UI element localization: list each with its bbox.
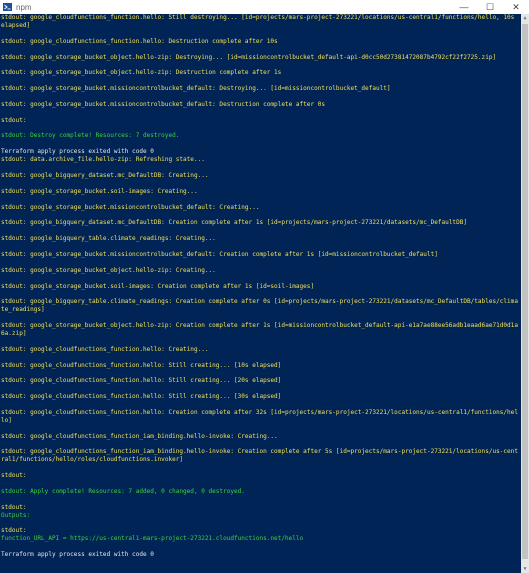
console-line: stdout: google_cloudfunctions_function.h… xyxy=(1,361,282,369)
console-line: stdout: google_storage_bucket_object.hel… xyxy=(1,53,497,61)
console-line: stdout: google_bigquery_table.climate_re… xyxy=(1,235,216,243)
terminal-window: npm — ☐ ✕ stdout: google_cloudfunctions_… xyxy=(0,0,529,573)
console-line: stdout: xyxy=(1,116,27,124)
console-line: stdout: xyxy=(1,527,27,535)
scrollbar-thumb[interactable] xyxy=(522,24,528,559)
console-line: stdout: Destroy complete! Resources: 7 d… xyxy=(1,132,180,140)
console-line: stdout: Apply complete! Resources: 7 add… xyxy=(1,487,245,495)
console-line: stdout: google_cloudfunctions_function.h… xyxy=(1,377,282,385)
console-line: stdout: google_cloudfunctions_function_i… xyxy=(1,448,518,464)
console-line: stdout: google_cloudfunctions_function.h… xyxy=(1,393,282,401)
scroll-down-arrow-icon[interactable]: ▼ xyxy=(521,565,529,573)
console-line: stdout: xyxy=(1,472,27,480)
maximize-button[interactable]: ☐ xyxy=(477,0,503,14)
console-line: stdout: google_cloudfunctions_function_i… xyxy=(1,432,278,440)
console-line: stdout: google_cloudfunctions_function.h… xyxy=(1,37,278,45)
console-line: Outputs: xyxy=(1,511,31,519)
console-line: stdout: google_storage_bucket.missioncon… xyxy=(1,203,260,211)
console-line: stdout: data.archive_file.hello-zip: Ref… xyxy=(1,156,205,164)
console-line: Terraform apply process exited with code… xyxy=(1,551,154,559)
vertical-scrollbar[interactable]: ▲ ▼ xyxy=(521,14,529,573)
console-line: stdout: google_storage_bucket.soil-image… xyxy=(1,282,315,290)
console-line: stdout: google_bigquery_table.climate_re… xyxy=(1,298,518,314)
console-line: stdout: google_storage_bucket_object.hel… xyxy=(1,69,282,77)
window-title: npm xyxy=(16,2,32,12)
console-line: stdout: google_storage_bucket.missioncon… xyxy=(1,85,391,93)
close-button[interactable]: ✕ xyxy=(503,0,529,14)
console-line: stdout: xyxy=(1,503,27,511)
title-bar[interactable]: npm — ☐ ✕ xyxy=(0,0,529,14)
console-line: stdout: google_storage_bucket_object.hel… xyxy=(1,322,518,337)
console-line: stdout: google_cloudfunctions_function.h… xyxy=(1,14,518,29)
terminal-app-icon xyxy=(3,3,12,11)
console-output[interactable]: stdout: google_cloudfunctions_function.h… xyxy=(0,14,521,573)
console-line: function_URL_API = https://us-central1-m… xyxy=(1,535,304,543)
console-line: stdout: google_storage_bucket_object.hel… xyxy=(1,266,216,274)
console-line: stdout: google_storage_bucket.missioncon… xyxy=(1,100,326,108)
console-line: stdout: google_cloudfunctions_function.h… xyxy=(1,345,209,353)
console-line: stdout: google_bigquery_dataset.mc_Defau… xyxy=(1,171,209,179)
console-line: stdout: google_cloudfunctions_function.h… xyxy=(1,408,518,424)
console-line: stdout: google_storage_bucket.missioncon… xyxy=(1,250,438,258)
console-line: Terraform apply process exited with code… xyxy=(1,148,154,156)
console-line: stdout: google_storage_bucket.soil-image… xyxy=(1,187,198,195)
scroll-up-arrow-icon[interactable]: ▲ xyxy=(521,14,529,22)
console-line: stdout: google_bigquery_dataset.mc_Defau… xyxy=(1,219,467,227)
minimize-button[interactable]: — xyxy=(451,0,477,14)
